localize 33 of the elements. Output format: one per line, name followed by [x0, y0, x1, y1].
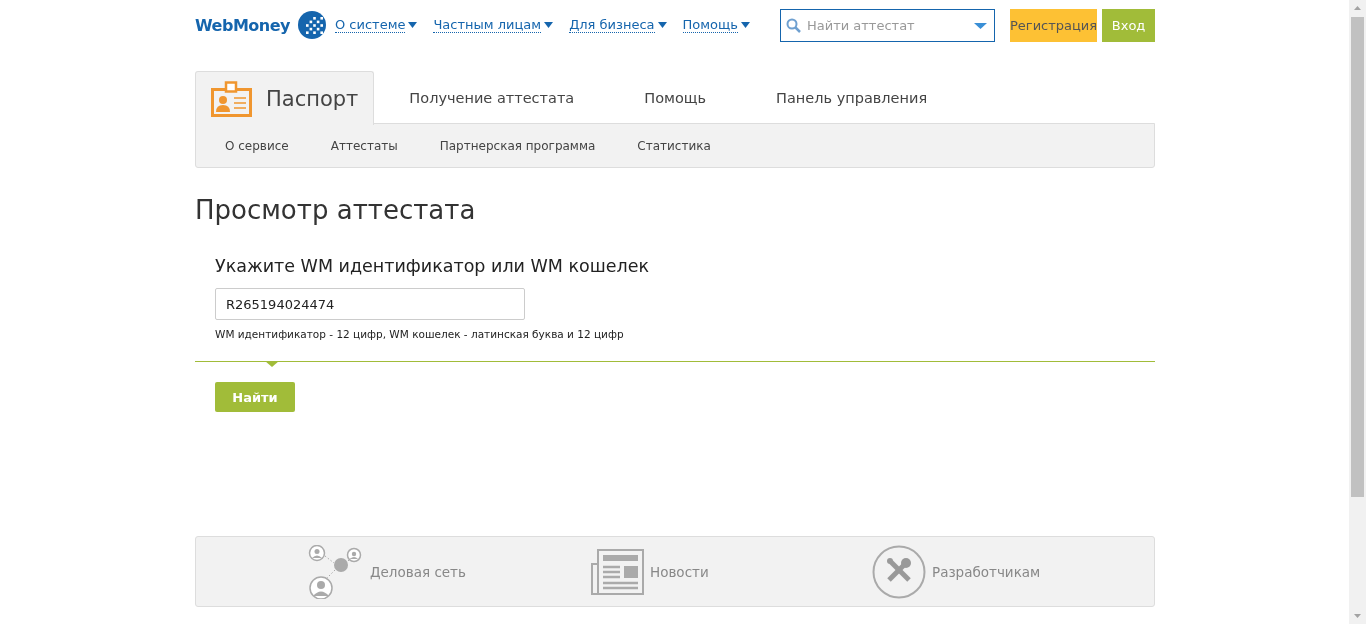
id-badge-icon	[211, 80, 252, 117]
newspaper-icon	[590, 548, 644, 595]
search-icon	[785, 17, 801, 33]
tab[interactable]: Панель управления	[741, 71, 963, 124]
footer-link[interactable]: Разработчикам	[932, 563, 1041, 580]
subnav-link[interactable]: Аттестаты	[330, 138, 398, 153]
tab[interactable]: Получение аттестата	[374, 71, 610, 124]
network-people-icon	[308, 544, 364, 599]
menu-link[interactable]: Помощь	[682, 17, 738, 33]
subnav-link[interactable]: Статистика	[637, 138, 711, 153]
logo-text[interactable]: WebMoney	[195, 15, 290, 35]
menu-link[interactable]: Для бизнеса	[569, 17, 655, 33]
caret-icon	[973, 22, 987, 29]
caret-icon	[657, 22, 667, 28]
field-label: Укажите WM идентификатор или WM кошелек	[215, 255, 651, 278]
caret-icon	[408, 22, 418, 28]
caret-icon	[740, 22, 750, 28]
search-field[interactable]: Найти аттестат	[779, 8, 995, 42]
page-title: Просмотр аттестата	[195, 194, 477, 227]
globe-logo-icon	[297, 11, 326, 39]
wm-id-input-field[interactable]: R265194024474	[215, 288, 525, 320]
footer-link[interactable]: Новости	[650, 563, 709, 580]
tab[interactable]: Помощь	[609, 71, 742, 124]
hint-text: WM идентификатор - 12 цифр, WM кошелек - латинская буква и 12 цифр	[215, 328, 625, 342]
menu-link[interactable]: Частным лицам	[433, 17, 542, 33]
menu-link[interactable]: О системе	[334, 17, 406, 33]
subnav-link[interactable]: О сервисе	[225, 138, 289, 153]
tools-icon	[872, 544, 926, 599]
footer-link[interactable]: Деловая сеть	[370, 563, 466, 580]
subnav-link[interactable]: Партнерская программа	[439, 138, 596, 153]
tab[interactable]: Паспорт	[195, 71, 375, 125]
register-button[interactable]: Регистрация	[1009, 8, 1098, 42]
caret-icon	[544, 22, 554, 28]
